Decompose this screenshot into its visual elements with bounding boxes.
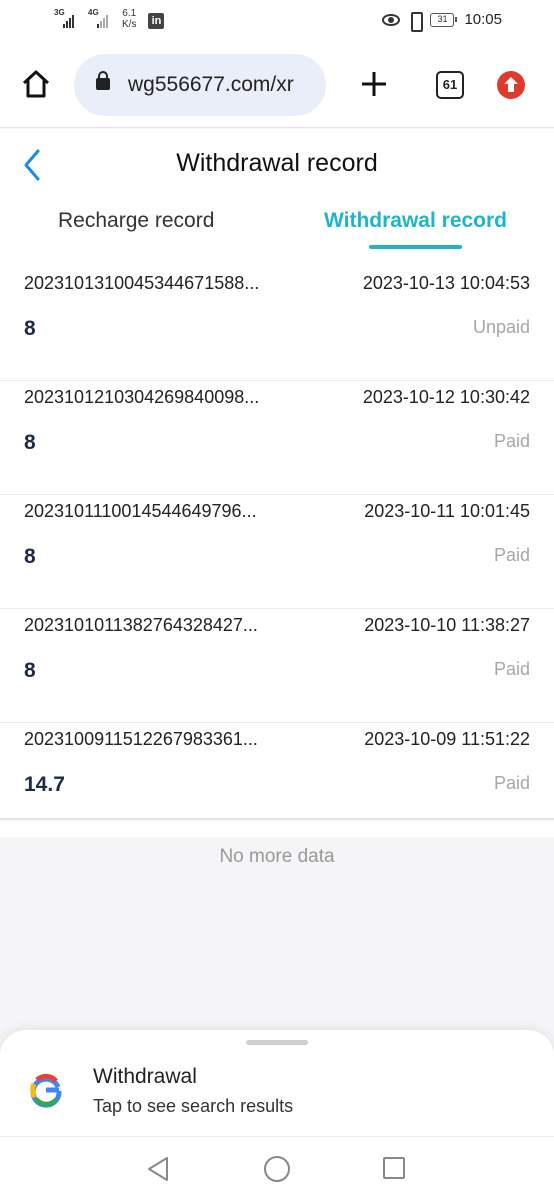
record-status: Paid bbox=[493, 659, 530, 679]
clock: 10:05 bbox=[464, 11, 502, 28]
system-nav-bar bbox=[0, 1136, 554, 1200]
page-title: Withdrawal record bbox=[176, 149, 378, 177]
battery-icon: 31 bbox=[430, 12, 458, 27]
browser-toolbar: wg556677.com/xr 61 bbox=[0, 44, 554, 128]
order-id: 2023101011382764328427... bbox=[24, 615, 258, 635]
record-amount: 8 bbox=[24, 659, 36, 682]
vibrate-icon bbox=[406, 11, 424, 32]
nav-home-icon[interactable] bbox=[264, 1156, 290, 1182]
record-timestamp: 2023-10-11 10:01:45 bbox=[364, 501, 530, 521]
record-status: Paid bbox=[493, 431, 530, 451]
record-amount: 8 bbox=[24, 545, 36, 568]
tab-withdrawal-record[interactable]: Withdrawal record bbox=[324, 209, 507, 233]
network-speed: 6.1 K/s bbox=[122, 8, 136, 30]
record-status: Paid bbox=[493, 773, 530, 793]
withdrawal-record-list: 2023101310045344671588... 2023-10-13 10:… bbox=[0, 267, 554, 837]
update-icon[interactable] bbox=[497, 71, 525, 99]
record-timestamp: 2023-10-09 11:51:22 bbox=[364, 729, 530, 749]
order-id: 2023100911512267983361... bbox=[24, 729, 258, 749]
list-item[interactable]: 2023101110014544649796... 2023-10-11 10:… bbox=[0, 495, 554, 609]
signal-3g-icon: 3G bbox=[54, 8, 82, 30]
google-logo-icon bbox=[30, 1073, 62, 1108]
list-divider bbox=[0, 818, 554, 821]
no-more-data-text: No more data bbox=[219, 846, 335, 867]
sheet-drag-handle[interactable] bbox=[246, 1040, 308, 1045]
lock-icon bbox=[96, 71, 110, 90]
tab-switcher-button[interactable]: 61 bbox=[436, 71, 464, 99]
record-timestamp: 2023-10-10 11:38:27 bbox=[364, 615, 530, 635]
page-header: Withdrawal record Recharge record Withdr… bbox=[0, 129, 554, 267]
signal-4g-icon: 4G bbox=[88, 8, 116, 30]
network-speed-unit: K/s bbox=[122, 19, 137, 30]
eye-comfort-icon bbox=[382, 13, 401, 26]
tab-recharge-record[interactable]: Recharge record bbox=[58, 209, 214, 233]
address-bar[interactable]: wg556677.com/xr bbox=[74, 54, 326, 116]
record-amount: 8 bbox=[24, 431, 36, 454]
list-item[interactable]: 2023101011382764328427... 2023-10-10 11:… bbox=[0, 609, 554, 723]
record-amount: 8 bbox=[24, 317, 36, 340]
record-status: Paid bbox=[493, 545, 530, 565]
record-amount: 14.7 bbox=[24, 773, 65, 796]
sheet-subtitle: Tap to see search results bbox=[93, 1096, 294, 1116]
nav-back-icon[interactable] bbox=[146, 1156, 170, 1182]
sheet-title: Withdrawal bbox=[93, 1065, 197, 1088]
list-item[interactable]: 2023101210304269840098... 2023-10-12 10:… bbox=[0, 381, 554, 495]
record-timestamp: 2023-10-13 10:04:53 bbox=[362, 273, 530, 293]
record-status: Unpaid bbox=[472, 317, 530, 337]
record-timestamp: 2023-10-12 10:30:42 bbox=[362, 387, 530, 407]
order-id: 2023101310045344671588... bbox=[24, 273, 260, 293]
status-bar: 3G 4G 6.1 K/s in 31 10:05 bbox=[0, 0, 554, 44]
order-id: 2023101210304269840098... bbox=[24, 387, 260, 407]
linkedin-icon: in bbox=[148, 13, 165, 29]
network-speed-value: 6.1 bbox=[122, 8, 137, 19]
active-tab-indicator bbox=[369, 245, 462, 249]
url-text: wg556677.com/xr bbox=[128, 73, 294, 96]
list-item[interactable]: 2023101310045344671588... 2023-10-13 10:… bbox=[0, 267, 554, 381]
order-id: 2023101110014544649796... bbox=[24, 501, 257, 521]
home-icon[interactable] bbox=[20, 68, 52, 100]
google-search-sheet[interactable]: Withdrawal Tap to see search results bbox=[0, 1030, 554, 1136]
nav-recents-icon[interactable] bbox=[383, 1157, 405, 1179]
new-tab-icon[interactable] bbox=[358, 68, 390, 100]
